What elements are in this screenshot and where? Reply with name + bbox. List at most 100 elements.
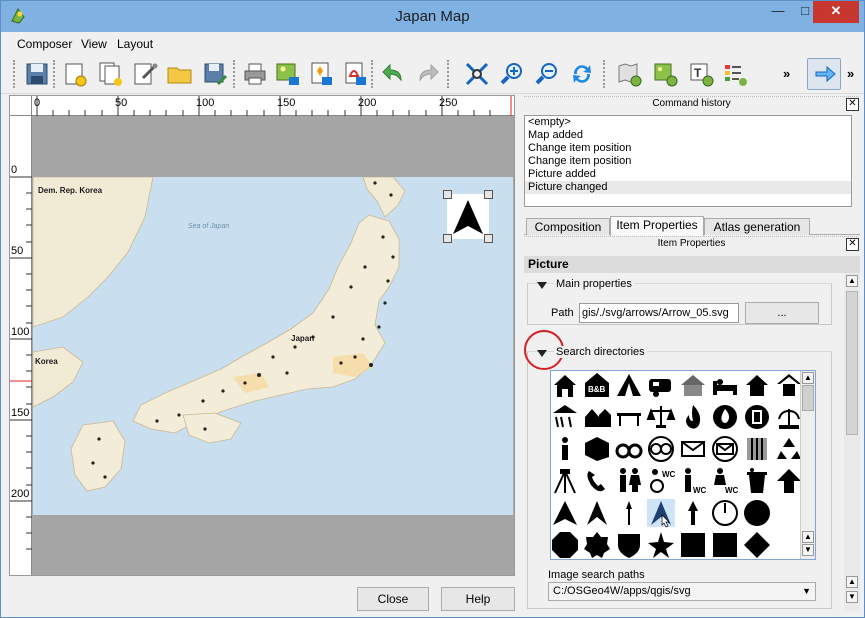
save-template-icon[interactable]: [201, 60, 229, 88]
collapse-triangle-icon[interactable]: [537, 350, 547, 357]
tab-composition[interactable]: Composition: [526, 218, 610, 235]
scroll-up-arrow-icon[interactable]: ▲: [846, 576, 858, 588]
item-properties-dock-title[interactable]: Item Properties ✕: [524, 236, 859, 252]
tab-item-properties[interactable]: Item Properties: [610, 216, 704, 236]
path-label: Path: [551, 307, 574, 319]
select-move-button[interactable]: [807, 58, 841, 90]
hut-icon: [681, 375, 705, 396]
add-map-icon[interactable]: [615, 60, 643, 88]
picture-item[interactable]: [443, 190, 493, 243]
list-item-selected[interactable]: Picture changed: [525, 181, 851, 194]
handcuffs-icon: [615, 443, 643, 459]
image-search-paths-select[interactable]: C:/OSGeo4W/apps/qgis/svg ▼: [548, 582, 816, 601]
menu-bar: Composer View Layout: [1, 32, 864, 54]
shelter-rain-icon: [553, 405, 577, 428]
export-image-icon[interactable]: [274, 60, 302, 88]
new-composer-icon[interactable]: [61, 60, 89, 88]
add-label-icon[interactable]: T: [687, 60, 715, 88]
symbol-grid-scroll-thumb[interactable]: [802, 385, 814, 411]
telephone-icon: [587, 471, 605, 492]
title-bar[interactable]: Japan Map — □ ✕: [1, 1, 864, 32]
menu-view[interactable]: View: [81, 37, 107, 51]
svg-text:WC: WC: [693, 486, 707, 495]
symbol-grid-scrollbar[interactable]: ▲ ▲ ▼: [800, 371, 815, 559]
toolbar-grip[interactable]: [53, 60, 57, 88]
minimize-button[interactable]: —: [765, 1, 791, 23]
path-input[interactable]: gis/./svg/arrows/Arrow_05.svg: [579, 303, 739, 323]
horizontal-ruler[interactable]: 0 50 100 150 200 250: [32, 96, 514, 116]
zoom-in-icon[interactable]: [498, 60, 526, 88]
add-legend-icon[interactable]: [721, 60, 749, 88]
resize-handle-bottom-left[interactable]: [443, 234, 452, 243]
bed-and-breakfast-icon: B&B: [585, 373, 609, 397]
map-label-korea: Korea: [35, 357, 58, 366]
composer-canvas[interactable]: 0 50 100 150 200 250 0 50 100 150 200 De…: [9, 95, 515, 576]
export-pdf-icon[interactable]: [341, 60, 369, 88]
list-item[interactable]: Change item position: [525, 142, 851, 155]
toolbar-overflow-chevron-2[interactable]: »: [847, 66, 854, 81]
command-history-list[interactable]: <empty> Map added Change item position C…: [524, 115, 852, 207]
resize-handle-top-right[interactable]: [484, 190, 493, 199]
list-item[interactable]: <empty>: [525, 116, 851, 129]
toolbar-grip[interactable]: [603, 60, 607, 88]
toolbar-grip[interactable]: [371, 60, 375, 88]
main-properties-title[interactable]: Main properties: [554, 278, 634, 290]
menu-composer[interactable]: Composer: [17, 37, 72, 51]
toolbar-grip[interactable]: [233, 60, 237, 88]
browse-button[interactable]: ...: [745, 302, 819, 324]
scroll-down-arrow-icon[interactable]: ▼: [802, 544, 814, 556]
properties-scroll-thumb[interactable]: [846, 291, 858, 435]
hruler-label: 50: [115, 97, 128, 109]
duplicate-composer-icon[interactable]: [97, 60, 125, 88]
composer-manager-icon[interactable]: [131, 60, 159, 88]
toolbar-overflow-chevron[interactable]: »: [783, 66, 790, 81]
resize-handle-top-left[interactable]: [443, 190, 452, 199]
command-history-dock-title[interactable]: Command history ✕: [524, 96, 859, 112]
print-icon[interactable]: [241, 60, 269, 88]
zoom-out-icon[interactable]: [533, 60, 561, 88]
toolbar: T » »: [1, 54, 864, 94]
open-template-icon[interactable]: [166, 60, 194, 88]
svg-text:T: T: [694, 66, 702, 80]
svg-symbol-grid[interactable]: B&B WC WC WC ▲ ▲ ▼: [550, 370, 816, 560]
square-2-icon: [713, 533, 737, 557]
collapse-triangle-icon[interactable]: [537, 282, 547, 289]
zoom-full-icon[interactable]: [463, 60, 491, 88]
scroll-up-arrow-icon[interactable]: ▲: [802, 372, 814, 384]
list-item[interactable]: Map added: [525, 129, 851, 142]
composer-page[interactable]: Dem. Rep. Korea Korea Japan Sea of Japan: [32, 116, 514, 575]
window-title: Japan Map: [395, 8, 470, 25]
waste-basket-icon: [747, 468, 767, 493]
save-icon[interactable]: [23, 60, 51, 88]
vertical-ruler[interactable]: 0 50 100 150 200: [10, 116, 32, 575]
scroll-up-arrow-icon[interactable]: ▲: [846, 275, 858, 287]
square-icon: [681, 533, 705, 557]
properties-scrollbar[interactable]: ▲ ▲ ▼: [844, 273, 860, 611]
item-properties-close-button[interactable]: ✕: [846, 238, 859, 251]
chevron-down-icon[interactable]: ▼: [802, 583, 811, 600]
undo-icon[interactable]: [379, 60, 407, 88]
item-properties-scroll-area[interactable]: Main properties Path gis/./svg/arrows/Ar…: [524, 273, 860, 611]
bench-icon: [617, 413, 641, 426]
toolbar-grip[interactable]: [447, 60, 451, 88]
toolbar-grip[interactable]: [13, 60, 17, 88]
export-svg-icon[interactable]: [307, 60, 335, 88]
list-item[interactable]: Change item position: [525, 155, 851, 168]
menu-layout[interactable]: Layout: [117, 37, 153, 51]
close-button[interactable]: Close: [357, 587, 429, 611]
window-close-button[interactable]: ✕: [813, 1, 859, 23]
command-history-close-button[interactable]: ✕: [846, 98, 859, 111]
scroll-up-arrow-icon[interactable]: ▲: [802, 531, 814, 543]
map-item[interactable]: Dem. Rep. Korea Korea Japan Sea of Japan: [33, 177, 513, 515]
hruler-label: 250: [439, 97, 458, 109]
caravan-icon: [649, 379, 671, 397]
refresh-icon[interactable]: [568, 60, 596, 88]
search-directories-title[interactable]: Search directories: [554, 346, 647, 358]
add-image-icon[interactable]: [651, 60, 679, 88]
resize-handle-bottom-right[interactable]: [484, 234, 493, 243]
tab-atlas-generation[interactable]: Atlas generation: [704, 218, 810, 235]
list-item[interactable]: Picture added: [525, 168, 851, 181]
redo-icon[interactable]: [414, 60, 442, 88]
scroll-down-arrow-icon[interactable]: ▼: [846, 591, 858, 603]
help-button[interactable]: Help: [441, 587, 515, 611]
